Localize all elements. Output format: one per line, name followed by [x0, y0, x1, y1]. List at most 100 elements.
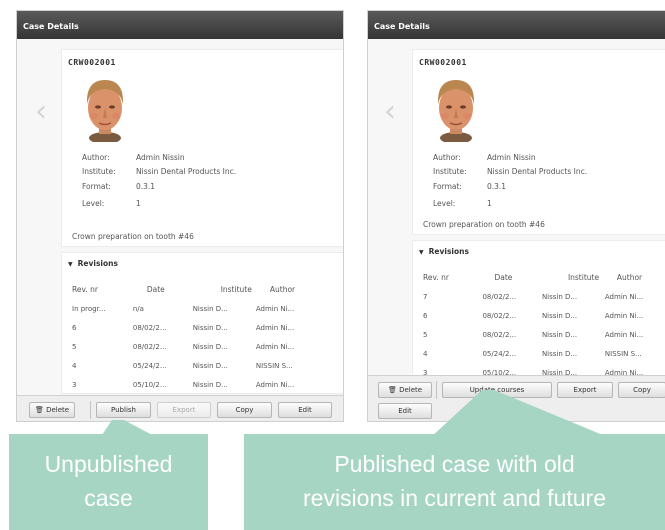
institute-cell: Nissin D... — [541, 330, 578, 339]
column-header-date[interactable]: Date — [133, 279, 193, 299]
institute-cell: Nissin D... — [192, 323, 228, 332]
rev-cell: 5 — [423, 330, 428, 339]
copy-button[interactable]: Copy — [618, 382, 665, 398]
format-label: Format: — [82, 181, 111, 191]
callout-text-line: Unpublished — [44, 451, 173, 477]
table-row[interactable]: 4 05/24/2... Nissin D... NISSIN S... — [72, 356, 320, 375]
institute-cell: Nissin D... — [541, 349, 578, 358]
rev-cell: 6 — [72, 323, 77, 332]
column-header-author[interactable]: Author — [256, 279, 320, 299]
rev-cell: 7 — [423, 292, 428, 301]
table-row[interactable]: In progr... n/a Nissin D... Admin Ni... — [72, 299, 320, 318]
unpublished-callout: Unpublished case — [9, 434, 208, 530]
case-info-card: CRW002001 Author: Admin Nissin Institute:… — [61, 49, 343, 247]
date-cell: 08/02/2... — [132, 323, 167, 332]
institute-label: Institute: — [82, 167, 116, 177]
revisions-header[interactable]: ▼ Revisions — [68, 259, 118, 268]
date-cell: 05/10/2... — [132, 380, 167, 389]
table-row[interactable]: 6 08/02/2... Nissin D... Admin Ni... — [423, 306, 665, 325]
date-cell: 08/02/2... — [482, 311, 517, 320]
trash-icon: 🗑 — [387, 386, 397, 394]
column-header-institute[interactable]: Institute — [542, 267, 605, 287]
toolbar-divider — [90, 401, 91, 419]
table-row[interactable]: 3 05/10/2... Nissin D... Admin Ni... — [72, 375, 320, 394]
level-value: 1 — [136, 199, 141, 209]
revisions-title: Revisions — [77, 259, 118, 268]
author-cell: Admin Ni... — [604, 330, 644, 339]
table-row[interactable]: 7 08/02/2... Nissin D... Admin Ni... — [423, 287, 665, 306]
table-header-row: Rev. nr Date Institute Author — [423, 267, 665, 287]
level-label: Level: — [433, 199, 456, 209]
callout-text-line: revisions in current and future — [303, 485, 606, 511]
format-value: 0.3.1 — [487, 181, 507, 191]
table-row[interactable]: 6 08/02/2... Nissin D... Admin Ni... — [72, 318, 320, 337]
chevron-left-icon[interactable]: ‹ — [35, 97, 47, 127]
institute-cell: Nissin D... — [192, 361, 228, 370]
author-value: Admin Nissin — [487, 152, 536, 162]
level-value: 1 — [487, 199, 492, 209]
case-details-panel-published: Case Details ‹ CRW002001 Author: Admin Ni… — [367, 10, 665, 422]
column-header-date[interactable]: Date — [482, 267, 541, 287]
export-button[interactable]: Export — [557, 382, 613, 398]
column-header-author[interactable]: Author — [605, 267, 665, 287]
trash-icon: 🗑 — [34, 406, 44, 414]
author-cell: Admin Ni... — [255, 304, 295, 313]
export-button[interactable]: Export — [157, 402, 211, 418]
author-value: Admin Nissin — [136, 152, 185, 162]
rev-cell: 3 — [72, 380, 77, 389]
delete-button[interactable]: 🗑 Delete — [29, 402, 75, 418]
collapse-triangle-icon[interactable]: ▼ — [419, 249, 424, 256]
revisions-header[interactable]: ▼ Revisions — [419, 247, 469, 256]
author-cell: NISSIN S... — [255, 361, 293, 370]
edit-button[interactable]: Edit — [378, 403, 432, 419]
toolbar-divider — [436, 381, 437, 399]
delete-button[interactable]: 🗑 Delete — [378, 382, 432, 398]
rev-cell: In progr... — [72, 304, 106, 313]
published-callout: Published case with old revisions in cur… — [244, 434, 665, 530]
table-row[interactable]: 4 05/24/2... Nissin D... NISSIN S... — [423, 344, 665, 363]
action-toolbar: 🗑 Delete Publish Export Copy Edit — [17, 395, 343, 421]
author-cell: Admin Ni... — [604, 292, 644, 301]
institute-cell: Nissin D... — [192, 342, 228, 351]
chevron-left-icon[interactable]: ‹ — [384, 97, 396, 127]
update-courses-button[interactable]: Update courses — [442, 382, 552, 398]
author-label: Author: — [82, 152, 110, 162]
column-header-rev[interactable]: Rev. nr — [423, 267, 482, 287]
case-id: CRW002001 — [419, 58, 467, 67]
case-info-card: CRW002001 Author: Admin Nissin Institute:… — [412, 49, 665, 235]
author-cell: Admin Ni... — [255, 380, 295, 389]
date-cell: 05/24/2... — [482, 349, 517, 358]
case-description: Crown preparation on tooth #46 — [72, 232, 194, 241]
case-avatar-image — [86, 80, 124, 142]
case-id: CRW002001 — [68, 58, 116, 67]
publish-button[interactable]: Publish — [96, 402, 151, 418]
table-header-row: Rev. nr Date Institute Author — [72, 279, 320, 299]
edit-button[interactable]: Edit — [278, 402, 332, 418]
format-value: 0.3.1 — [136, 181, 156, 191]
case-description: Crown preparation on tooth #46 — [423, 220, 545, 229]
case-avatar-image — [437, 80, 475, 142]
column-header-institute[interactable]: Institute — [193, 279, 256, 299]
panel-title: Case Details — [17, 11, 343, 39]
institute-cell: Nissin D... — [192, 304, 228, 313]
date-cell: 05/24/2... — [132, 361, 167, 370]
column-header-rev[interactable]: Rev. nr — [72, 279, 133, 299]
table-row[interactable]: 5 08/02/2... Nissin D... Admin Ni... — [423, 325, 665, 344]
institute-label: Institute: — [433, 167, 467, 177]
panel-title: Case Details — [368, 11, 665, 39]
author-cell: Admin Ni... — [604, 311, 644, 320]
date-cell: 08/02/2... — [132, 342, 167, 351]
author-cell: NISSIN S... — [604, 349, 642, 358]
callout-text-line: Published case with old — [334, 451, 575, 477]
copy-button[interactable]: Copy — [217, 402, 272, 418]
table-row[interactable]: 5 08/02/2... Nissin D... Admin Ni... — [72, 337, 320, 356]
author-label: Author: — [433, 152, 461, 162]
collapse-triangle-icon[interactable]: ▼ — [68, 261, 73, 268]
format-label: Format: — [433, 181, 462, 191]
author-cell: Admin Ni... — [255, 342, 295, 351]
revisions-title: Revisions — [428, 247, 469, 256]
level-label: Level: — [82, 199, 105, 209]
date-cell: 08/02/2... — [482, 330, 517, 339]
case-metadata: Author: Admin Nissin Institute: Nissin Den… — [433, 150, 587, 211]
institute-cell: Nissin D... — [541, 311, 578, 320]
